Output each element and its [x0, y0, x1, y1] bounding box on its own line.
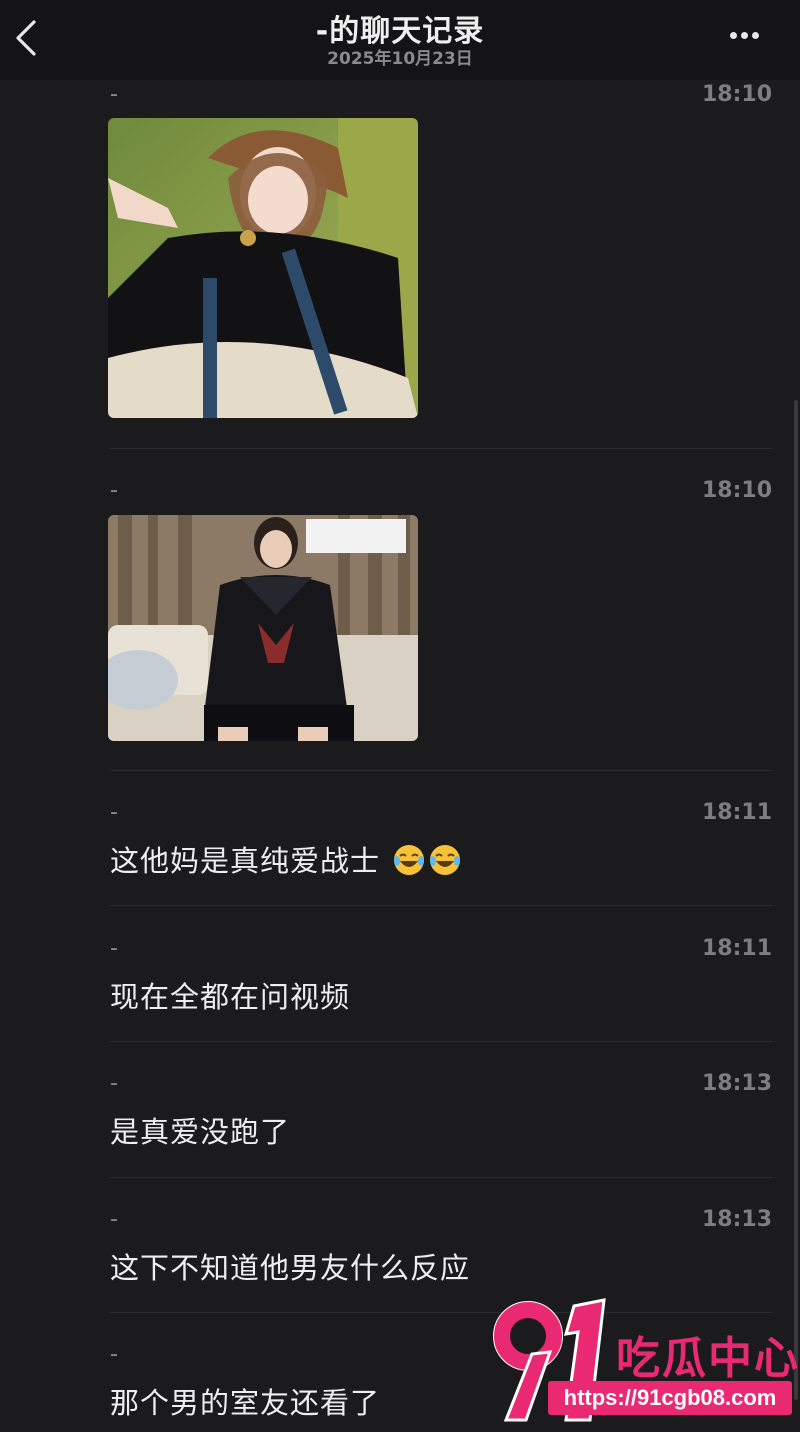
message-divider: [110, 1177, 772, 1178]
message-sender: -: [110, 1342, 118, 1367]
message-time: 18:11: [701, 800, 772, 825]
message-divider: [110, 1041, 772, 1042]
message-time: 18:13: [701, 1071, 772, 1096]
more-dots-icon: [728, 24, 761, 43]
message-time: 18:11: [701, 936, 772, 961]
message-sender: -: [110, 82, 118, 107]
message-sender: -: [110, 478, 118, 503]
message-divider: [110, 905, 772, 906]
chat-image[interactable]: [108, 118, 418, 418]
watermark-name: 吃瓜中心: [616, 1333, 800, 1384]
message-text: 那个男的室友还看了: [110, 1386, 381, 1420]
message-sender: -: [110, 936, 118, 961]
photo-girl-sailor-uniform-sofa-icon: [108, 515, 418, 741]
message-divider: [110, 770, 772, 771]
laughing-tears-emoji-icon: [430, 845, 461, 875]
more-options-button[interactable]: [728, 22, 772, 50]
message-sender: -: [110, 800, 118, 825]
watermark-url: https://91cgb08.com: [548, 1381, 792, 1415]
message-divider: [110, 448, 772, 449]
message-text: 是真爱没跑了: [110, 1115, 291, 1149]
message-text: 现在全都在问视频: [110, 980, 351, 1014]
message-text-row: 这他妈是真纯爱战士: [110, 838, 462, 880]
laughing-tears-emoji-icon: [394, 845, 425, 875]
message-text: 这他妈是真纯爱战士: [110, 844, 381, 878]
message-sender: -: [110, 1207, 118, 1232]
message-sender: -: [110, 1071, 118, 1096]
message-time: 18:13: [701, 1207, 772, 1232]
page-subtitle-date: 2025年10月23日: [327, 49, 473, 69]
photo-girl-beret-grass-icon: [108, 118, 418, 418]
chat-image[interactable]: [108, 515, 418, 741]
message-time: 18:10: [701, 478, 772, 503]
top-bar: -的聊天记录 2025年10月23日: [0, 0, 800, 80]
message-text: 这下不知道他男友什么反应: [110, 1251, 471, 1285]
scrollbar[interactable]: [794, 400, 798, 1400]
message-time: 18:10: [701, 82, 772, 107]
